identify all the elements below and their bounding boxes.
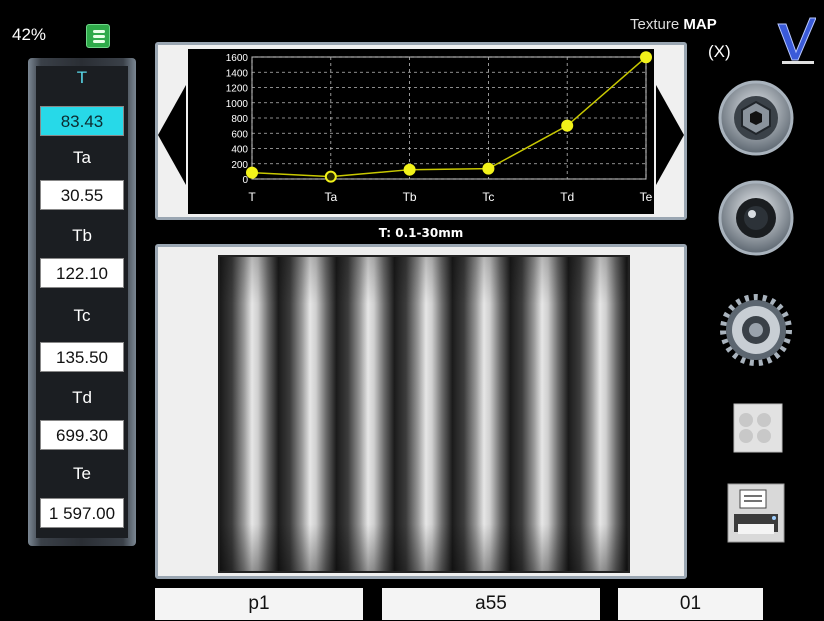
data-point [561,119,574,132]
field-01[interactable]: 01 [618,588,763,620]
label-te[interactable]: Te [36,464,128,484]
data-point [324,170,337,183]
field-a55[interactable]: a55 [382,588,600,620]
label-ta[interactable]: Ta [36,148,128,168]
value-tb[interactable]: 122.10 [40,258,124,288]
value-tc[interactable]: 135.50 [40,342,124,372]
camera-shutter-icon[interactable] [716,78,796,158]
data-point [403,163,416,176]
y-tick-label: 200 [231,160,248,171]
y-tick-label: 0 [242,175,248,186]
texture-image [218,255,630,573]
value-list: T 83.43 Ta 30.55 Tb 122.10 Tc 135.50 Td … [36,66,128,538]
label-td[interactable]: Td [36,388,128,408]
data-point [640,51,652,64]
value-panel: T 83.43 Ta 30.55 Tb 122.10 Tc 135.50 Td … [28,58,136,546]
previous-arrow-icon[interactable] [158,85,186,185]
y-tick-label: 400 [231,145,248,156]
page-title: Texture MAP [630,16,717,33]
chart-panel: 0 200 400 600 800 1000 1200 1400 1600 T Ta Tb Tc Td Te [155,42,687,220]
x-tick-label: Te [640,190,653,204]
value-td[interactable]: 699.30 [40,420,124,450]
x-tick-label: Td [560,190,574,204]
gear-icon[interactable] [716,290,796,370]
close-button[interactable]: (X) [708,42,731,62]
y-tick-label: 1600 [226,53,249,64]
title-bold: MAP [683,16,717,33]
camera-lens-icon[interactable] [716,178,796,258]
label-t[interactable]: T [36,68,128,88]
chart-area: 0 200 400 600 800 1000 1200 1400 1600 T Ta Tb Tc Td Te [188,49,654,214]
image-panel [155,244,687,579]
database-icon[interactable] [86,24,110,48]
data-point [246,166,258,179]
field-p1[interactable]: p1 [155,588,363,620]
printer-icon[interactable] [716,478,796,558]
y-tick-label: 1000 [226,99,249,110]
y-tick-label: 600 [231,129,248,140]
value-te[interactable]: 1 597.00 [40,498,124,528]
x-tick-label: T [248,190,256,204]
y-tick-label: 800 [231,114,248,125]
x-tick-label: Tb [403,190,417,204]
puzzle-icon[interactable] [716,392,796,472]
y-tick-label: 1400 [226,68,249,79]
x-tick-label: Tc [482,190,494,204]
label-tb[interactable]: Tb [36,226,128,246]
y-tick-label: 1200 [226,84,249,95]
x-tick-label: Ta [324,190,337,204]
checkmark-logo-icon [777,17,816,64]
value-t[interactable]: 83.43 [40,106,124,136]
next-arrow-icon[interactable] [656,85,684,185]
label-tc[interactable]: Tc [36,306,128,326]
series-line [251,56,647,178]
chart-caption: T: 0.1-30mm [378,226,464,240]
line-chart: 0 200 400 600 800 1000 1200 1400 1600 T Ta Tb Tc Td Te [226,51,653,204]
data-point [482,162,495,175]
value-ta[interactable]: 30.55 [40,180,124,210]
battery-level: 42% [12,25,47,44]
title-prefix: Texture [630,16,680,33]
plot-frame [251,56,647,180]
